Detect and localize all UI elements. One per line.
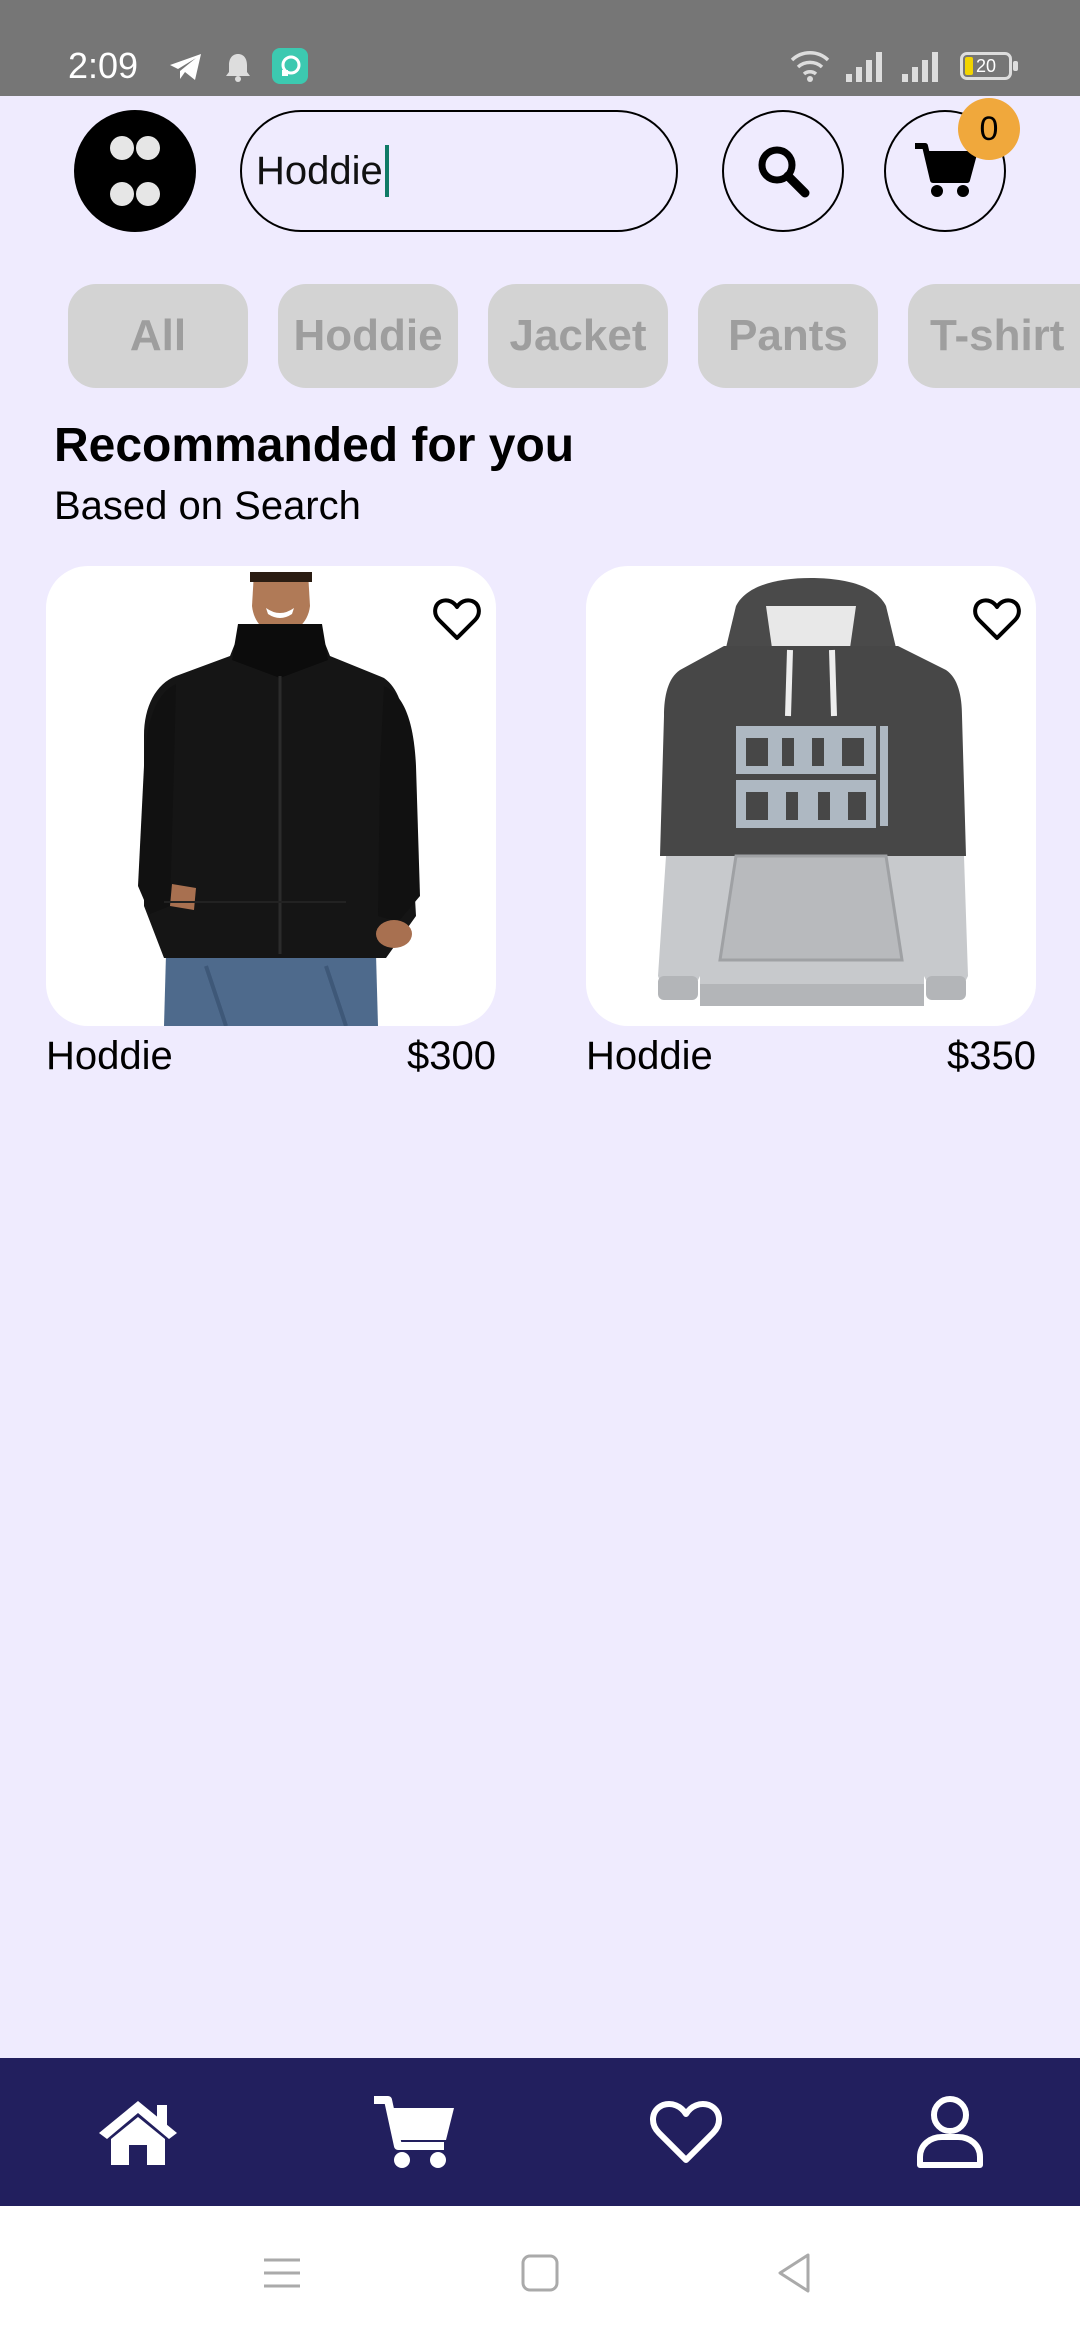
product-image-jacket (138, 572, 420, 1026)
grid-dot (110, 182, 134, 206)
category-chip-hoddie[interactable]: Hoddie (278, 284, 458, 388)
notification-bell-icon (226, 54, 250, 82)
app-screen: 2:09 20 Hoddie 0 All Hoddie Jacket Pants… (0, 0, 1080, 2340)
search-input-value: Hoddie (256, 148, 383, 193)
favorite-icon[interactable] (432, 596, 482, 642)
back-icon[interactable] (776, 2252, 812, 2294)
battery-level: 20 (975, 56, 997, 76)
nav-home[interactable] (48, 2058, 228, 2206)
user-icon (917, 2096, 983, 2168)
wifi-icon (790, 51, 830, 82)
signal-icon (846, 52, 882, 82)
text-caret (384, 145, 389, 197)
bottom-nav (0, 2058, 1080, 2206)
product-price: $300 (407, 1034, 496, 1078)
category-chip-pants[interactable]: Pants (698, 284, 878, 388)
status-bar: 2:09 20 (0, 0, 1080, 96)
section-subtitle: Based on Search (54, 484, 361, 528)
app-notification-icon (272, 48, 308, 84)
section-title: Recommanded for you (54, 419, 575, 472)
search-icon (758, 146, 810, 198)
category-chip-tshirt[interactable]: T-shirt (908, 284, 1080, 388)
favorite-icon[interactable] (972, 596, 1022, 642)
product-price: $350 (947, 1034, 1036, 1078)
telegram-icon (170, 54, 201, 80)
category-chips: All Hoddie Jacket Pants T-shirt (68, 284, 1080, 388)
cart-icon (374, 2096, 454, 2168)
product-card[interactable] (586, 566, 1036, 1026)
signal-icon (902, 52, 938, 82)
product-card[interactable] (46, 566, 496, 1026)
grid-dot (136, 136, 160, 160)
search-input[interactable]: Hoddie (240, 110, 678, 232)
nav-cart[interactable] (324, 2058, 504, 2206)
product-image-hoodie (658, 578, 968, 1006)
product-name: Hoddie (586, 1034, 713, 1078)
nav-profile[interactable] (860, 2058, 1040, 2206)
menu-icon[interactable] (262, 2256, 302, 2290)
home-icon (99, 2101, 177, 2165)
menu-button[interactable] (74, 110, 196, 232)
grid-dots-icon (110, 136, 134, 160)
search-button[interactable] (722, 110, 844, 232)
grid-dot (136, 182, 160, 206)
product-name: Hoddie (46, 1034, 173, 1078)
system-nav-bar (0, 2206, 1080, 2340)
nav-favorites[interactable] (596, 2058, 776, 2206)
status-time: 2:09 (68, 45, 139, 86)
cart-count-badge: 0 (958, 98, 1020, 160)
category-chip-jacket[interactable]: Jacket (488, 284, 668, 388)
category-chip-all[interactable]: All (68, 284, 248, 388)
heart-outline-icon (650, 2101, 722, 2163)
home-square-icon[interactable] (521, 2254, 559, 2292)
battery-icon: 20 (960, 52, 1018, 80)
